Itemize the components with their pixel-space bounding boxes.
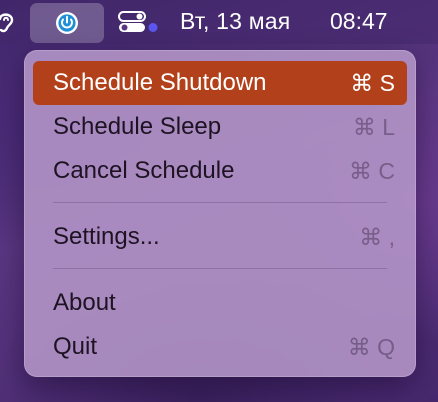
- menu-bar: Вт, 13 мая 08:47: [0, 0, 438, 44]
- menu-item-label: Schedule Sleep: [53, 113, 222, 140]
- menu-separator: [53, 202, 387, 203]
- power-timer-icon: [54, 10, 80, 36]
- menu-item-label: Settings...: [53, 223, 160, 250]
- menu-item-schedule-shutdown[interactable]: Schedule Shutdown ⌘ S: [33, 61, 407, 105]
- power-timer-dropdown-menu: Schedule Shutdown ⌘ S Schedule Sleep ⌘ L…: [24, 50, 416, 377]
- menu-separator: [53, 268, 387, 269]
- menubar-date[interactable]: Вт, 13 мая: [180, 8, 290, 35]
- menu-item-shortcut: ⌘ ,: [359, 223, 395, 250]
- menu-item-label: About: [53, 289, 116, 316]
- menu-item-shortcut: ⌘ Q: [347, 333, 395, 360]
- menu-item-schedule-sleep[interactable]: Schedule Sleep ⌘ L: [33, 105, 407, 149]
- menu-item-shortcut: ⌘ C: [349, 157, 395, 184]
- power-timer-menu-button[interactable]: [30, 3, 104, 43]
- menu-item-quit[interactable]: Quit ⌘ Q: [33, 325, 407, 369]
- control-center-icon[interactable]: [118, 10, 160, 34]
- menu-item-shortcut: ⌘ S: [350, 69, 395, 96]
- ear-icon[interactable]: [0, 9, 18, 35]
- menu-item-cancel-schedule[interactable]: Cancel Schedule ⌘ C: [33, 149, 407, 193]
- menu-item-label: Cancel Schedule: [53, 157, 235, 184]
- menu-item-about[interactable]: About: [33, 281, 407, 325]
- menu-item-settings[interactable]: Settings... ⌘ ,: [33, 215, 407, 259]
- menu-item-label: Schedule Shutdown: [53, 69, 267, 96]
- menubar-time[interactable]: 08:47: [330, 8, 388, 35]
- menu-item-label: Quit: [53, 333, 98, 360]
- menu-item-shortcut: ⌘ L: [352, 113, 395, 140]
